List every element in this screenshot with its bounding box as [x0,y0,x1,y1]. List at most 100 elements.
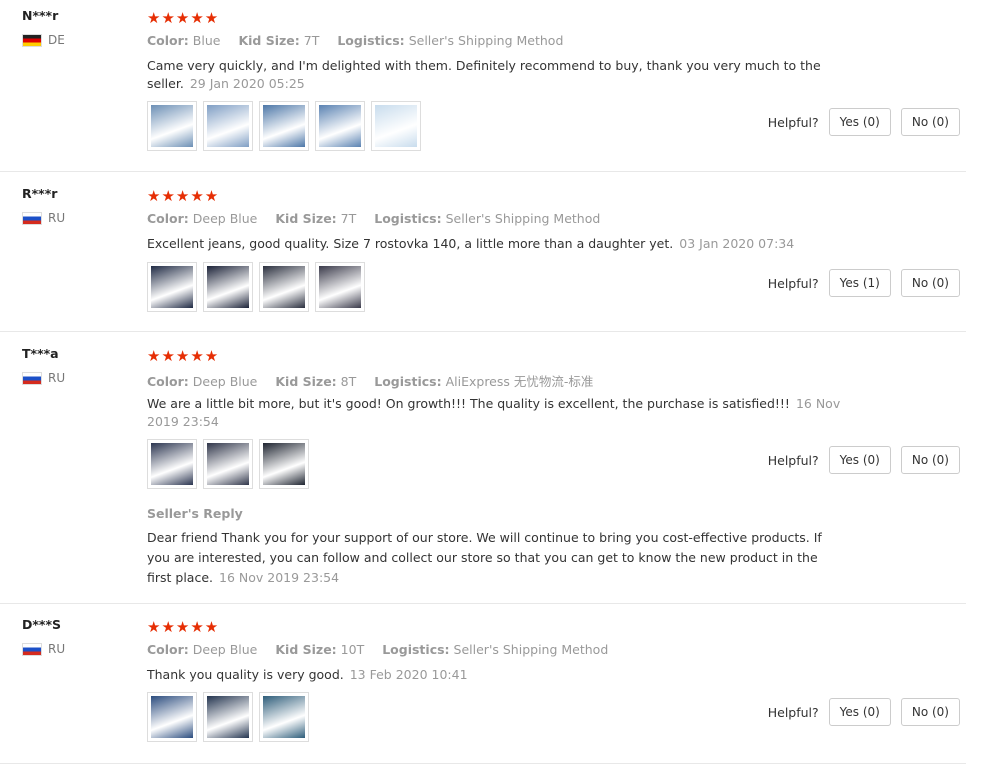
germany-flag-icon [22,33,42,47]
color-label: Color: [147,642,189,657]
review-photos [147,262,365,312]
review-text: Excellent jeans, good quality. Size 7 ro… [147,236,674,251]
review-text-block: Excellent jeans, good quality. Size 7 ro… [147,235,847,253]
reviewer-country: DE [22,33,65,47]
helpful-no-button[interactable]: No (0) [900,108,960,136]
helpful-label: Helpful? [767,452,819,468]
review-attributes: Color: Deep Blue Kid Size: 7T Logistics: Se… [147,211,600,226]
logistics-value: AliExpress 无忧物流-标准 [445,374,594,389]
reviewer-name: T***a [22,346,59,361]
reviewer-name: D***S [22,617,61,632]
seller-reply-date: 16 Nov 2019 23:54 [219,570,340,585]
review-date: 03 Jan 2020 07:34 [679,236,795,251]
helpful-no-button[interactable]: No (0) [900,446,960,474]
seller-reply-title: Seller's Reply [147,506,243,521]
review-photo[interactable] [147,262,197,312]
star-rating: ★★★★★ [147,187,220,205]
review-text-block: Thank you quality is very good. 13 Feb 20… [147,666,847,684]
review-photos [147,439,309,489]
helpful-label: Helpful? [767,704,819,720]
helpful-controls: Helpful? Yes (1) No (0) [768,269,960,297]
helpful-no-button[interactable]: No (0) [900,698,960,726]
review-attributes: Color: Deep Blue Kid Size: 10T Logistics: S… [147,642,608,657]
helpful-yes-button[interactable]: Yes (0) [828,108,891,136]
helpful-controls: Helpful? Yes (0) No (0) [768,108,960,136]
review-item: R***r RU ★★★★★ Color: Deep Blue Kid Size:… [0,178,966,332]
review-photo[interactable] [203,101,253,151]
logistics-label: Logistics: [337,33,405,48]
size-value: 10T [340,642,365,657]
review-photo[interactable] [259,262,309,312]
logistics-label: Logistics: [374,211,442,226]
review-text-block: Came very quickly, and I'm delighted wit… [147,57,847,93]
star-rating: ★★★★★ [147,347,220,365]
size-value: 7T [340,211,357,226]
star-rating: ★★★★★ [147,9,220,27]
helpful-label: Helpful? [767,114,819,130]
review-photos [147,101,421,151]
review-photo[interactable] [147,439,197,489]
reviewer-country: RU [22,371,65,385]
helpful-label: Helpful? [767,275,819,291]
size-label: Kid Size: [275,374,337,389]
review-item: D***S RU ★★★★★ Color: Deep Blue Kid Size:… [0,609,966,764]
country-code: DE [48,33,65,47]
review-photo[interactable] [371,101,421,151]
review-photos [147,692,309,742]
size-value: 8T [340,374,357,389]
color-value: Deep Blue [192,211,258,226]
review-item: T***a RU ★★★★★ Color: Deep Blue Kid Size:… [0,338,966,604]
helpful-controls: Helpful? Yes (0) No (0) [768,698,960,726]
review-attributes: Color: Deep Blue Kid Size: 8T Logistics: Al… [147,371,593,390]
size-value: 7T [303,33,320,48]
color-label: Color: [147,33,189,48]
logistics-label: Logistics: [374,374,442,389]
review-photo[interactable] [203,692,253,742]
reviewer-name: R***r [22,186,58,201]
reviewer-country: RU [22,211,65,225]
review-photo[interactable] [203,262,253,312]
seller-reply-block: Dear friend Thank you for your support o… [147,528,837,588]
logistics-value: Seller's Shipping Method [453,642,609,657]
review-text-block: We are a little bit more, but it's good!… [147,395,847,431]
russia-flag-icon [22,211,42,225]
country-code: RU [48,642,66,656]
helpful-yes-button[interactable]: Yes (0) [828,698,891,726]
review-photo[interactable] [315,262,365,312]
country-code: RU [48,371,66,385]
reviewer-country: RU [22,642,65,656]
review-photo[interactable] [259,439,309,489]
logistics-value: Seller's Shipping Method [445,211,601,226]
review-photo[interactable] [315,101,365,151]
color-label: Color: [147,374,189,389]
logistics-value: Seller's Shipping Method [408,33,564,48]
review-photo[interactable] [259,101,309,151]
review-date: 13 Feb 2020 10:41 [349,667,468,682]
color-label: Color: [147,211,189,226]
review-photo[interactable] [147,101,197,151]
russia-flag-icon [22,642,42,656]
review-attributes: Color: Blue Kid Size: 7T Logistics: Seller'… [147,33,563,48]
reviews-feed: N***r DE ★★★★★ Color: Blue Kid Size: 7T Lo… [0,0,984,766]
color-value: Deep Blue [192,374,258,389]
review-photo[interactable] [203,439,253,489]
review-item: N***r DE ★★★★★ Color: Blue Kid Size: 7T Lo… [0,0,966,172]
color-value: Blue [192,33,221,48]
helpful-no-button[interactable]: No (0) [900,269,960,297]
size-label: Kid Size: [275,642,337,657]
country-code: RU [48,211,66,225]
review-text: We are a little bit more, but it's good!… [147,396,790,411]
review-text: Thank you quality is very good. [147,667,344,682]
star-rating: ★★★★★ [147,618,220,636]
helpful-yes-button[interactable]: Yes (0) [828,446,891,474]
helpful-yes-button[interactable]: Yes (1) [828,269,891,297]
review-date: 29 Jan 2020 05:25 [189,76,305,91]
review-photo[interactable] [259,692,309,742]
russia-flag-icon [22,371,42,385]
size-label: Kid Size: [275,211,337,226]
color-value: Deep Blue [192,642,258,657]
logistics-label: Logistics: [382,642,450,657]
reviewer-name: N***r [22,8,59,23]
review-photo[interactable] [147,692,197,742]
size-label: Kid Size: [238,33,300,48]
